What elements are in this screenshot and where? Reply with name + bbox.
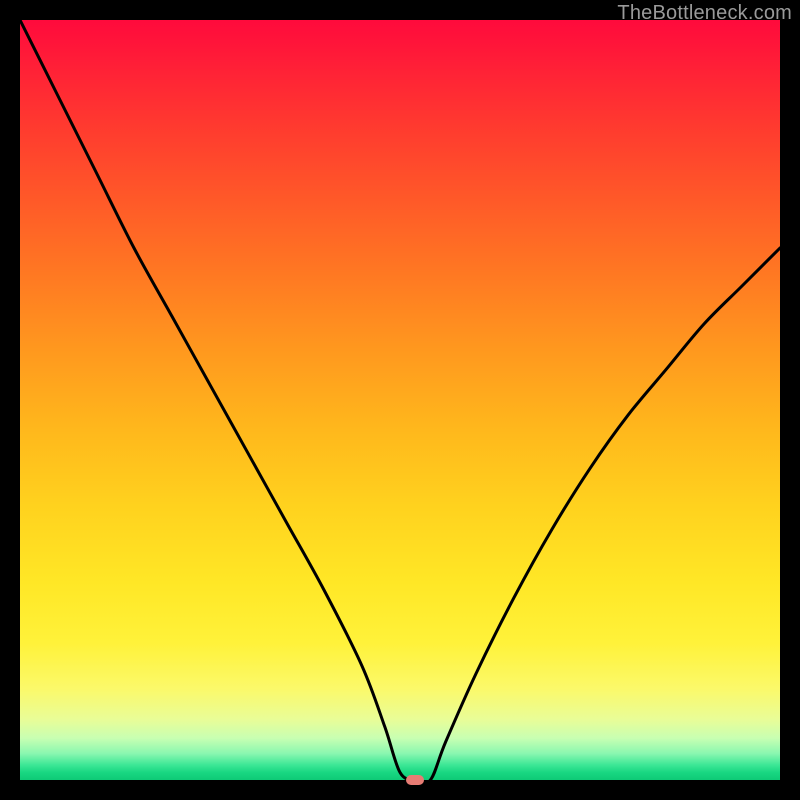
chart-frame: TheBottleneck.com	[0, 0, 800, 800]
minimum-marker	[406, 775, 424, 785]
curve-line	[20, 20, 780, 780]
plot-area	[20, 20, 780, 780]
